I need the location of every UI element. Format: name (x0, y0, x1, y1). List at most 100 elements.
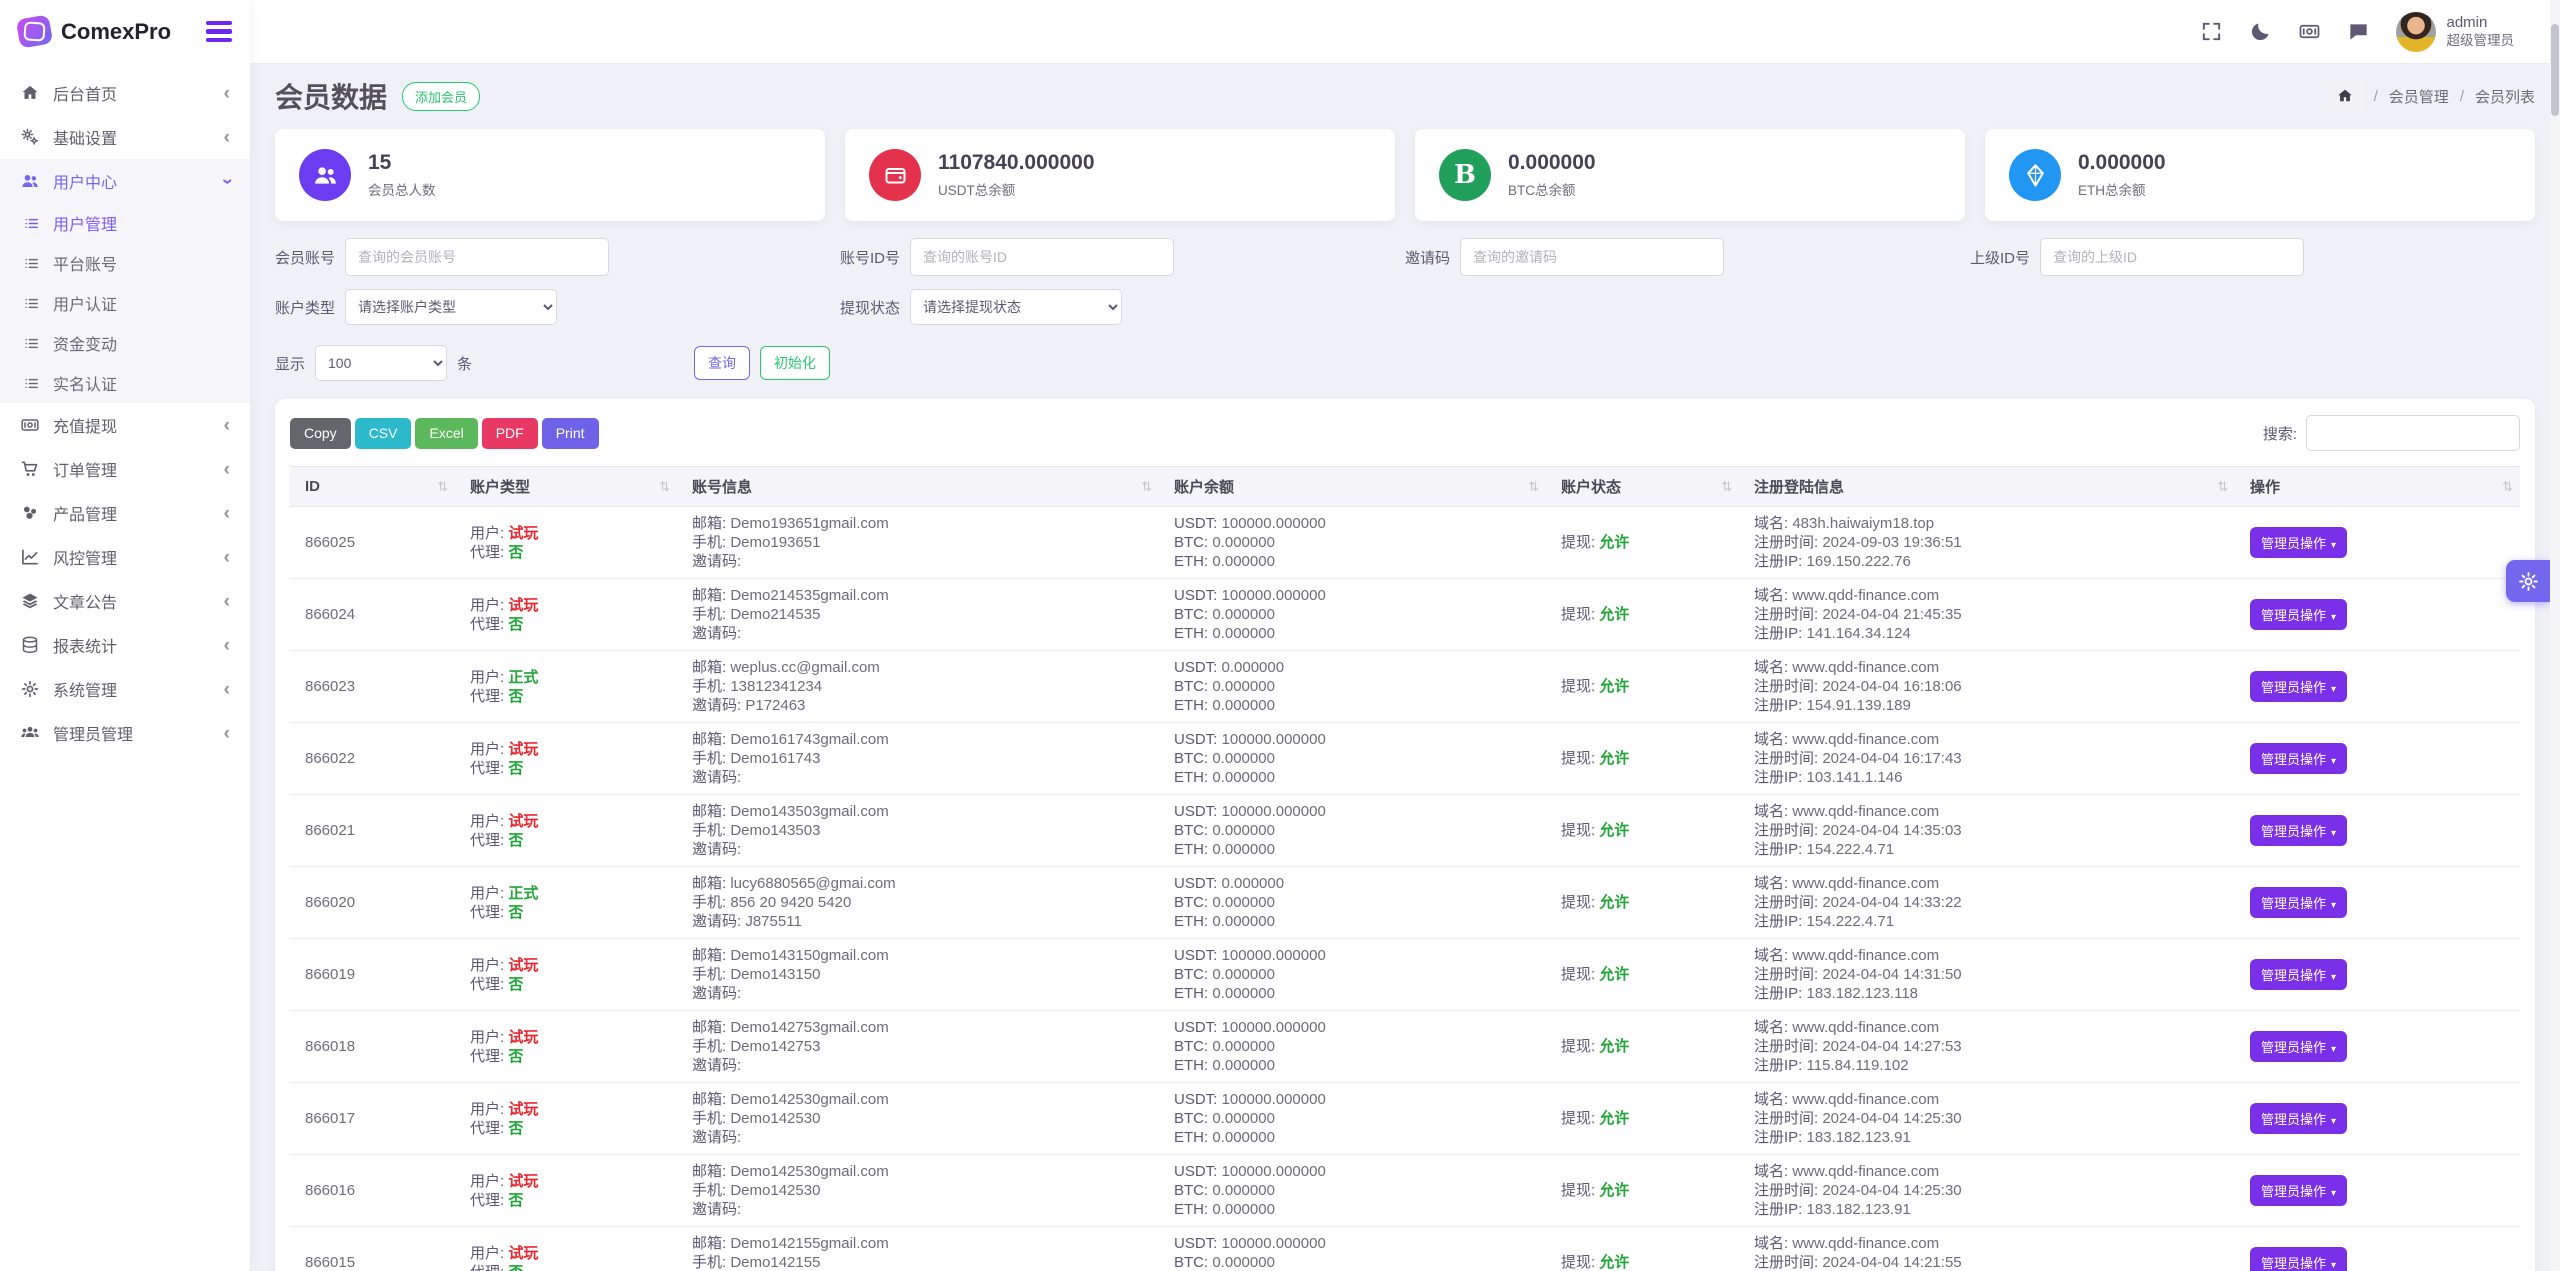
sidebar-subitem-label: 用户管理 (53, 217, 118, 234)
account-type-select[interactable]: 请选择账户类型 (345, 289, 558, 325)
sidebar-item-label: 管理员管理 (53, 727, 134, 744)
sort-icon[interactable]: ⇅ (2502, 479, 2513, 495)
status-cell: 提现: 允许 (1546, 506, 1739, 579)
fullscreen-icon[interactable] (2200, 20, 2223, 43)
sidebar-item-基础设置[interactable]: 基础设置 ‹ (0, 115, 250, 159)
settings-gear-button[interactable] (2506, 560, 2550, 602)
status-cell: 提现: 允许 (1546, 1082, 1739, 1155)
sidebar-item-后台首页[interactable]: 后台首页 ‹ (0, 71, 250, 115)
sort-icon[interactable]: ⇅ (2217, 479, 2228, 495)
show-entries-select[interactable]: 100 (315, 345, 448, 381)
export-excel-button[interactable]: Excel (415, 417, 478, 449)
withdraw-status-select[interactable]: 请选择提现状态 (910, 289, 1123, 325)
avatar[interactable] (2395, 11, 2436, 52)
caret-down-icon: ▾ (2331, 900, 2337, 911)
add-member-button[interactable]: 添加会员 (402, 81, 481, 111)
admin-action-button[interactable]: 管理员操作 ▾ (2250, 527, 2348, 558)
sidebar-item-充值提现[interactable]: 充值提现 ‹ (0, 403, 250, 447)
query-button[interactable]: 查询 (694, 346, 751, 380)
layers-icon (20, 591, 40, 611)
sidebar-item-产品管理[interactable]: 产品管理 ‹ (0, 491, 250, 535)
admin-action-button[interactable]: 管理员操作 ▾ (2250, 815, 2348, 846)
sort-icon[interactable]: ⇅ (1528, 479, 1539, 495)
account-id-input[interactable] (910, 238, 1175, 276)
table-search-input[interactable] (2306, 415, 2520, 451)
caret-down-icon: ▾ (2331, 756, 2337, 767)
sidebar-item-label: 基础设置 (53, 131, 118, 148)
admin-action-button[interactable]: 管理员操作 ▾ (2250, 671, 2348, 702)
column-header-账户类型[interactable]: 账户类型 ⇅ (455, 466, 677, 507)
sidebar-item-label: 产品管理 (53, 507, 118, 524)
caret-down-icon: ▾ (2331, 612, 2337, 623)
reset-button[interactable]: 初始化 (760, 346, 831, 380)
action-cell: 管理员操作 ▾ (2235, 938, 2520, 1011)
action-cell: 管理员操作 ▾ (2235, 1082, 2520, 1155)
money-icon[interactable] (2298, 20, 2321, 43)
breadcrumb-item[interactable]: 会员列表 (2475, 86, 2535, 107)
sidebar-item-订单管理[interactable]: 订单管理 ‹ (0, 447, 250, 491)
register-info-cell: 域名: www.qdd-finance.com 注册时间: 2024-04-04 … (1739, 866, 2235, 939)
column-header-操作[interactable]: 操作 ⇅ (2235, 466, 2520, 507)
admin-action-button[interactable]: 管理员操作 ▾ (2250, 1031, 2348, 1062)
column-header-账户状态[interactable]: 账户状态 ⇅ (1546, 466, 1739, 507)
caret-down-icon: ▾ (2331, 1188, 2337, 1199)
sidebar-item-label: 系统管理 (53, 683, 118, 700)
column-header-账号信息[interactable]: 账号信息 ⇅ (677, 466, 1159, 507)
admin-action-button[interactable]: 管理员操作 ▾ (2250, 1103, 2348, 1134)
export-csv-button[interactable]: CSV (354, 417, 412, 449)
list-icon (23, 295, 40, 312)
stat-card: 1107840.000000 USDT总余额 (845, 129, 1395, 221)
admin-action-button[interactable]: 管理员操作 ▾ (2250, 599, 2348, 630)
btc-icon: B (1439, 149, 1491, 201)
parent-id-input[interactable] (2040, 238, 2305, 276)
column-header-注册登陆信息[interactable]: 注册登陆信息 ⇅ (1739, 466, 2235, 507)
sidebar-subitem-实名认证[interactable]: 实名认证 (0, 363, 250, 403)
sidebar-subitem-用户认证[interactable]: 用户认证 (0, 283, 250, 323)
moon-icon[interactable] (2249, 20, 2272, 43)
column-header-账户余额[interactable]: 账户余额 ⇅ (1159, 466, 1546, 507)
sidebar-item-风控管理[interactable]: 风控管理 ‹ (0, 535, 250, 579)
sidebar-item-label: 充值提现 (53, 419, 118, 436)
sidebar-subitem-平台账号[interactable]: 平台账号 (0, 243, 250, 283)
admin-action-button[interactable]: 管理员操作 ▾ (2250, 887, 2348, 918)
balance-cell: USDT: 100000.000000BTC: 0.000000ETH: 0.0… (1159, 1226, 1546, 1271)
member-account-label: 会员账号 (275, 249, 336, 267)
table-row: 866020 用户: 正式 代理: 否邮箱: lucy6880565@gmai.co… (290, 866, 2520, 939)
admin-action-button[interactable]: 管理员操作 ▾ (2250, 959, 2348, 990)
sidebar-subitem-用户管理[interactable]: 用户管理 (0, 203, 250, 243)
sort-icon[interactable]: ⇅ (1721, 479, 1732, 495)
invite-code-input[interactable] (1460, 238, 1725, 276)
export-print-button[interactable]: Print (541, 417, 599, 449)
sidebar-item-报表统计[interactable]: 报表统计 ‹ (0, 623, 250, 667)
search-label: 搜索: (2262, 425, 2297, 443)
caret-down-icon: ▾ (2331, 1116, 2337, 1127)
table-row: 866022 用户: 试玩 代理: 否邮箱: Demo161743gmail.com… (290, 722, 2520, 795)
status-cell: 提现: 允许 (1546, 794, 1739, 867)
sidebar-subitem-资金变动[interactable]: 资金变动 (0, 323, 250, 363)
admin-action-button[interactable]: 管理员操作 ▾ (2250, 1175, 2348, 1206)
member-account-input[interactable] (345, 238, 610, 276)
admin-action-button[interactable]: 管理员操作 ▾ (2250, 743, 2348, 774)
breadcrumb-item[interactable]: 会员管理 (2389, 86, 2449, 107)
breadcrumb-home-icon[interactable] (2326, 78, 2363, 114)
chat-icon[interactable] (2347, 20, 2370, 43)
export-pdf-button[interactable]: PDF (481, 417, 538, 449)
export-copy-button[interactable]: Copy (290, 417, 351, 449)
sidebar-item-用户中心[interactable]: 用户中心 ‹ (0, 159, 250, 203)
status-cell: 提现: 允许 (1546, 1154, 1739, 1227)
column-header-ID[interactable]: ID ⇅ (290, 466, 455, 507)
sidebar-item-系统管理[interactable]: 系统管理 ‹ (0, 667, 250, 711)
sort-icon[interactable]: ⇅ (437, 479, 448, 495)
sidebar-item-文章公告[interactable]: 文章公告 ‹ (0, 579, 250, 623)
account-type-cell: 用户: 试玩代理: 否 (455, 1082, 677, 1155)
table-row: 866021 用户: 试玩 代理: 否邮箱: Demo143503gmail.com… (290, 794, 2520, 867)
sort-icon[interactable]: ⇅ (1141, 479, 1152, 495)
admin-action-button[interactable]: 管理员操作 ▾ (2250, 1247, 2348, 1271)
sort-icon[interactable]: ⇅ (659, 479, 670, 495)
scrollbar-thumb[interactable] (2551, 24, 2559, 116)
menu-toggle-icon[interactable] (206, 21, 232, 42)
admin-menu[interactable]: admin 超级管理员 (2395, 11, 2514, 52)
action-cell: 管理员操作 ▾ (2235, 794, 2520, 867)
account-type-cell: 用户: 试玩代理: 否 (455, 938, 677, 1011)
sidebar-item-管理员管理[interactable]: 管理员管理 ‹ (0, 711, 250, 755)
